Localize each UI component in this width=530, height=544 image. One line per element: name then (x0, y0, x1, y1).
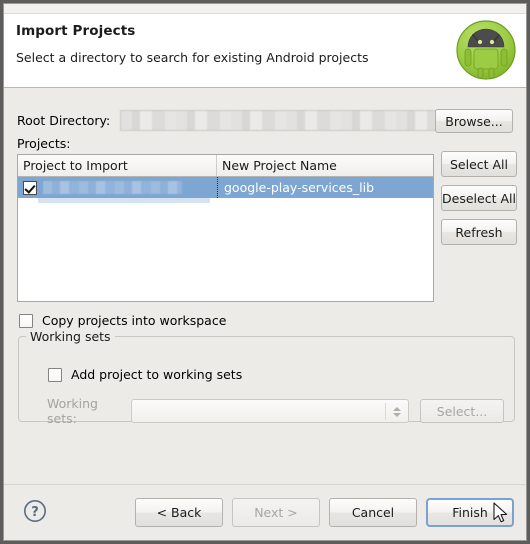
copy-projects-checkbox-row[interactable]: Copy projects into workspace (19, 313, 226, 328)
working-sets-select-button[interactable]: Select... (420, 399, 504, 423)
cell-new-project-name[interactable]: google-play-services_lib (217, 177, 433, 198)
copy-projects-checkbox[interactable] (19, 313, 33, 328)
dialog-footer: ? < Back Next > Cancel Finish (4, 484, 526, 540)
working-sets-selector-row: Working sets: Select... (47, 396, 504, 426)
svg-text:?: ? (31, 505, 39, 520)
refresh-button[interactable]: Refresh (441, 219, 517, 245)
import-projects-dialog: Import Projects Select a directory to se… (3, 3, 527, 541)
select-all-button[interactable]: Select All (441, 151, 517, 177)
chevron-updown-icon (385, 403, 401, 420)
next-button: Next > (232, 498, 320, 527)
footer-buttons: < Back Next > Cancel Finish (135, 498, 514, 527)
finish-button[interactable]: Finish (426, 498, 514, 527)
dialog-header: Import Projects Select a directory to se… (4, 14, 526, 88)
row-selection-tail (38, 198, 210, 203)
projects-side-buttons: Select All Deselect All Refresh (441, 151, 517, 253)
root-directory-row: Root Directory: Browse... (17, 109, 513, 134)
table-row[interactable]: google-play-services_lib (18, 177, 433, 198)
dialog-body: Root Directory: Browse... Projects: Proj… (4, 88, 526, 484)
add-to-working-sets-row[interactable]: Add project to working sets (48, 367, 242, 382)
help-question-icon[interactable]: ? (23, 499, 47, 523)
projects-label: Projects: (17, 136, 71, 151)
deselect-all-button[interactable]: Deselect All (441, 185, 517, 211)
cancel-button[interactable]: Cancel (329, 498, 417, 527)
working-sets-group-title: Working sets (26, 329, 115, 344)
root-directory-input[interactable] (120, 110, 442, 131)
dialog-top-strip (4, 4, 526, 14)
column-header-project-to-import[interactable]: Project to Import (18, 155, 217, 176)
cell-project-to-import[interactable] (18, 177, 217, 198)
column-header-new-project-name[interactable]: New Project Name (217, 155, 433, 176)
back-button[interactable]: < Back (135, 498, 223, 527)
working-sets-combo[interactable] (130, 399, 410, 423)
root-directory-label: Root Directory: (17, 113, 111, 128)
working-sets-combo-label: Working sets: (47, 396, 98, 426)
add-to-working-sets-label: Add project to working sets (71, 367, 243, 382)
android-robot-icon (456, 20, 516, 80)
page-subtitle: Select a directory to search for existin… (16, 50, 369, 65)
browse-button[interactable]: Browse... (435, 109, 513, 133)
copy-projects-label: Copy projects into workspace (42, 313, 227, 328)
add-to-working-sets-checkbox[interactable] (48, 367, 62, 382)
working-sets-group: Working sets Add project to working sets… (18, 329, 515, 426)
projects-table[interactable]: Project to Import New Project Name googl… (17, 154, 434, 302)
table-header-row: Project to Import New Project Name (18, 155, 433, 177)
project-path-redacted (43, 181, 182, 194)
page-title: Import Projects (16, 23, 136, 39)
row-checkbox-checked[interactable] (23, 180, 37, 195)
